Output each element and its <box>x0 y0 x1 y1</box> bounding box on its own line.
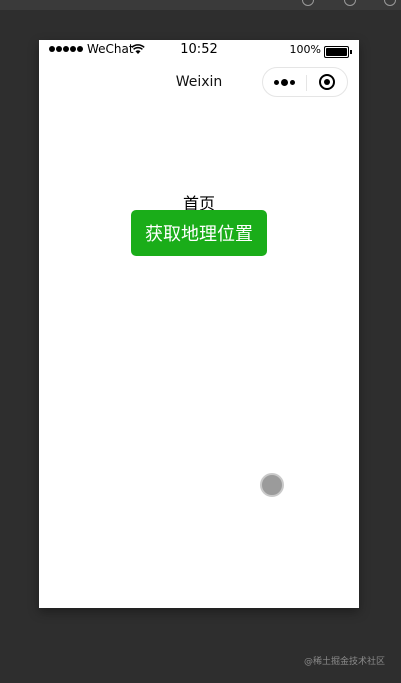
battery-icon <box>324 46 352 58</box>
close-miniprogram-button[interactable] <box>307 68 347 96</box>
phone-simulator: WeChat 10:52 100% Weixin 首页 获取地理位置 <box>39 40 359 608</box>
target-icon <box>319 74 335 90</box>
more-button[interactable] <box>263 68 306 96</box>
settings-icon[interactable] <box>344 0 356 6</box>
copy-icon[interactable] <box>302 0 314 6</box>
touch-cursor-indicator <box>260 473 284 497</box>
get-location-button[interactable]: 获取地理位置 <box>131 210 267 256</box>
status-bar: WeChat 10:52 100% <box>39 40 359 60</box>
menu-capsule <box>262 67 348 97</box>
host-top-bar <box>0 0 401 10</box>
more-dots-icon <box>274 79 295 86</box>
battery-percentage: 100% <box>289 43 321 56</box>
refresh-icon[interactable] <box>384 0 396 6</box>
navigation-bar: Weixin <box>39 62 359 102</box>
watermark: @稀土掘金技术社区 <box>303 657 385 667</box>
